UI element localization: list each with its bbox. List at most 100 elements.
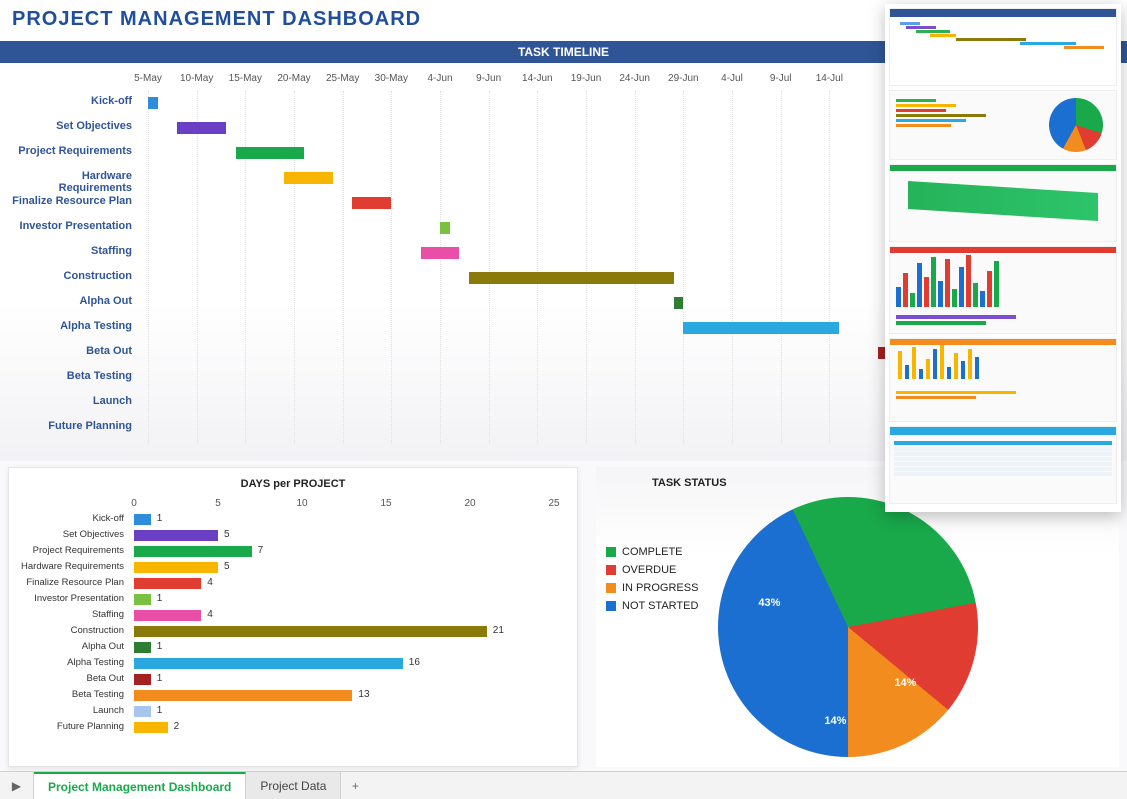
thumbnail[interactable] (889, 90, 1117, 160)
gantt-task-label: Investor Presentation (8, 220, 138, 232)
bar-axis-tick: 5 (215, 498, 221, 509)
timeline-tick: 9-Jul (770, 73, 792, 84)
bar-label: Hardware Requirements (19, 561, 129, 572)
bar-label: Alpha Testing (19, 657, 129, 668)
task-status-panel: TASK STATUS COMPLETEOVERDUEIN PROGRESSNO… (596, 467, 1119, 767)
timeline-tick: 4-Jul (721, 73, 743, 84)
sheet-tab[interactable]: Project Data (246, 772, 341, 799)
legend-label: IN PROGRESS (622, 582, 698, 594)
thumbnail-sidebar[interactable] (885, 4, 1121, 512)
bar-label: Construction (19, 625, 129, 636)
bar (134, 722, 168, 733)
pie-legend: COMPLETEOVERDUEIN PROGRESSNOT STARTED (606, 543, 698, 615)
gantt-task-label: Future Planning (8, 420, 138, 432)
gantt-task-label: Alpha Out (8, 295, 138, 307)
bar-label: Future Planning (19, 721, 129, 732)
bar (134, 706, 151, 717)
thumbnail[interactable] (889, 8, 1117, 86)
bar-label: Set Objectives (19, 529, 129, 540)
legend-item: COMPLETE (606, 543, 698, 561)
bar (134, 578, 201, 589)
bar-axis-tick: 0 (131, 498, 137, 509)
bar-value: 1 (157, 513, 163, 524)
gantt-bar (440, 222, 450, 234)
bar-value: 5 (224, 529, 230, 540)
pie-chart: 43% 14% 14% (718, 497, 978, 757)
bar-row: Beta Out1 (19, 672, 567, 688)
gantt-bar (421, 247, 460, 259)
sheet-tab-active[interactable]: Project Management Dashboard (34, 772, 246, 799)
bar-value: 7 (258, 545, 264, 556)
bar-value: 16 (409, 657, 420, 668)
thumbnail[interactable] (889, 164, 1117, 242)
bar (134, 514, 151, 525)
bar-axis-tick: 10 (296, 498, 307, 509)
bar-axis-tick: 25 (548, 498, 559, 509)
bar (134, 674, 151, 685)
bar (134, 530, 218, 541)
bar-row: Set Objectives 5 (19, 528, 567, 544)
bar-row: Hardware Requirements 5 (19, 560, 567, 576)
bar-row: Finalize Resource Plan 4 (19, 576, 567, 592)
gantt-task-label: Launch (8, 395, 138, 407)
pie-slice-label: 14% (894, 677, 916, 689)
bar-axis-tick: 20 (464, 498, 475, 509)
bar (134, 594, 151, 605)
bar-row: Launch1 (19, 704, 567, 720)
bar-row: Beta Testing13 (19, 688, 567, 704)
timeline-tick: 10-May (180, 73, 213, 84)
gantt-task-label: Staffing (8, 245, 138, 257)
timeline-tick: 29-Jun (668, 73, 699, 84)
bar-value: 5 (224, 561, 230, 572)
bar-row: Staffing4 (19, 608, 567, 624)
gantt-task-label: Alpha Testing (8, 320, 138, 332)
gantt-bar (674, 297, 684, 309)
pie-slice-label: 43% (758, 597, 780, 609)
timeline-tick: 15-May (229, 73, 262, 84)
bar-label: Beta Out (19, 673, 129, 684)
legend-swatch (606, 583, 616, 593)
gantt-bar (683, 322, 839, 334)
bar-row: Investor Presentation 1 (19, 592, 567, 608)
bar-value: 4 (207, 577, 213, 588)
gantt-task-label: Construction (8, 270, 138, 282)
bar (134, 658, 403, 669)
tab-nav-button[interactable]: ▶ (0, 772, 34, 799)
bar (134, 562, 218, 573)
thumbnail[interactable] (889, 426, 1117, 504)
bar (134, 546, 252, 557)
bar-label: Finalize Resource Plan (19, 577, 129, 588)
bar-value: 21 (493, 625, 504, 636)
bar-value: 1 (157, 641, 163, 652)
bar-label: Project Requirements (19, 545, 129, 556)
bar-label: Alpha Out (19, 641, 129, 652)
bar-row: Alpha Testing 16 (19, 656, 567, 672)
add-sheet-button[interactable]: + (341, 772, 369, 799)
timeline-tick: 5-May (134, 73, 162, 84)
bar-value: 1 (157, 593, 163, 604)
bar-label: Investor Presentation (19, 593, 129, 604)
legend-swatch (606, 565, 616, 575)
timeline-tick: 24-Jun (619, 73, 650, 84)
gantt-bar (148, 97, 158, 109)
days-per-project-panel: DAYS per PROJECT 0510152025Kick-off1Set … (8, 467, 578, 767)
legend-item: IN PROGRESS (606, 579, 698, 597)
gantt-task-label: Project Requirements (8, 145, 138, 157)
bar-label: Beta Testing (19, 689, 129, 700)
timeline-tick: 4-Jun (427, 73, 452, 84)
days-panel-title: DAYS per PROJECT (19, 474, 567, 498)
thumbnail[interactable] (889, 338, 1117, 422)
pie-slice-label: 14% (824, 715, 846, 727)
bar (134, 626, 487, 637)
legend-label: COMPLETE (622, 546, 683, 558)
thumbnail[interactable] (889, 246, 1117, 334)
timeline-tick: 9-Jun (476, 73, 501, 84)
bar-label: Staffing (19, 609, 129, 620)
bar-row: Alpha Out 1 (19, 640, 567, 656)
bar-row: Kick-off1 (19, 512, 567, 528)
timeline-tick: 25-May (326, 73, 359, 84)
timeline-tick: 14-Jun (522, 73, 553, 84)
gantt-task-label: Beta Testing (8, 370, 138, 382)
gantt-bar (177, 122, 226, 134)
bar-row: Future Planning2 (19, 720, 567, 736)
